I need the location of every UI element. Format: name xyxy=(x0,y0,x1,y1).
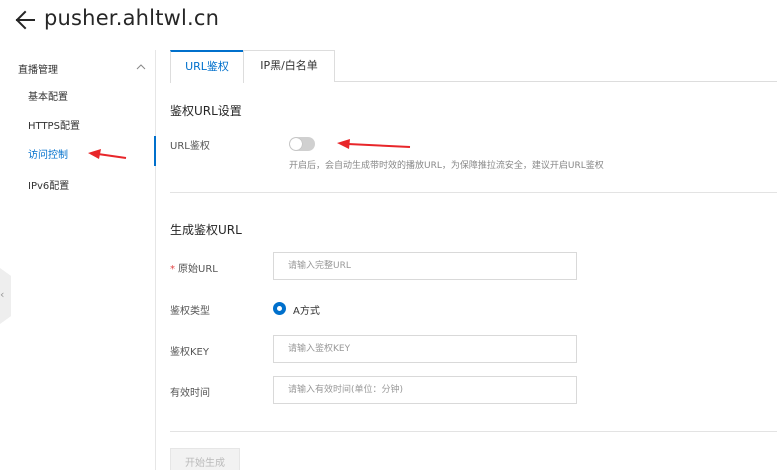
collapse-handle[interactable]: ‹ xyxy=(0,268,11,324)
sidebar-group-label: 直播管理 xyxy=(18,65,58,76)
start-generate-button[interactable]: 开始生成 xyxy=(170,448,240,470)
chevron-up-icon xyxy=(136,64,146,70)
url-auth-label: URL鉴权 xyxy=(170,141,210,152)
original-url-label: * 原始URL xyxy=(170,264,218,275)
auth-type-label: 鉴权类型 xyxy=(170,306,210,317)
auth-settings-title: 鉴权URL设置 xyxy=(170,104,242,118)
original-url-input[interactable] xyxy=(273,252,577,280)
sidebar-item-basic[interactable]: 基本配置 xyxy=(28,88,68,103)
sidebar-item-access-control[interactable]: 访问控制 xyxy=(28,146,68,161)
annotation-arrow-toggle xyxy=(337,139,411,149)
auth-key-label: 鉴权KEY xyxy=(170,347,209,358)
page-header: pusher.ahltwl.cn xyxy=(0,0,777,42)
sidebar-group-live[interactable]: 直播管理 xyxy=(18,61,150,77)
annotation-arrow-sidebar xyxy=(88,149,127,159)
sidebar: 直播管理 基本配置 HTTPS配置 访问控制 IPv6配置 xyxy=(0,50,156,470)
main-content: URL鉴权 IP黑/白名单 鉴权URL设置 URL鉴权 开启后，会自动生成带时效… xyxy=(156,50,777,470)
section-divider xyxy=(170,192,777,193)
toggle-knob xyxy=(290,138,302,150)
valid-time-input[interactable] xyxy=(273,376,577,404)
tab-url-auth[interactable]: URL鉴权 xyxy=(170,50,244,83)
sidebar-item-ipv6[interactable]: IPv6配置 xyxy=(28,177,69,192)
form-divider xyxy=(170,431,777,432)
url-auth-toggle[interactable] xyxy=(289,137,315,151)
url-auth-hint: 开启后，会自动生成带时效的播放URL，为保障推拉流安全，建议开启URL鉴权 xyxy=(289,161,604,171)
radio-selected-icon[interactable] xyxy=(273,302,286,315)
sidebar-item-https[interactable]: HTTPS配置 xyxy=(28,117,80,132)
page-title: pusher.ahltwl.cn xyxy=(44,6,220,30)
valid-time-label: 有效时间 xyxy=(170,388,210,399)
required-mark: * xyxy=(170,264,175,275)
arrow-left-icon[interactable] xyxy=(14,8,36,32)
tab-bar: URL鉴权 IP黑/白名单 xyxy=(170,50,777,83)
tab-ip-list[interactable]: IP黑/白名单 xyxy=(243,50,335,82)
page: pusher.ahltwl.cn 直播管理 基本配置 HTTPS配置 访问控制 … xyxy=(0,0,777,470)
chevron-left-icon: ‹ xyxy=(0,288,5,301)
auth-type-a-label: A方式 xyxy=(293,306,320,317)
generate-title: 生成鉴权URL xyxy=(170,223,242,237)
auth-key-input[interactable] xyxy=(273,335,577,363)
